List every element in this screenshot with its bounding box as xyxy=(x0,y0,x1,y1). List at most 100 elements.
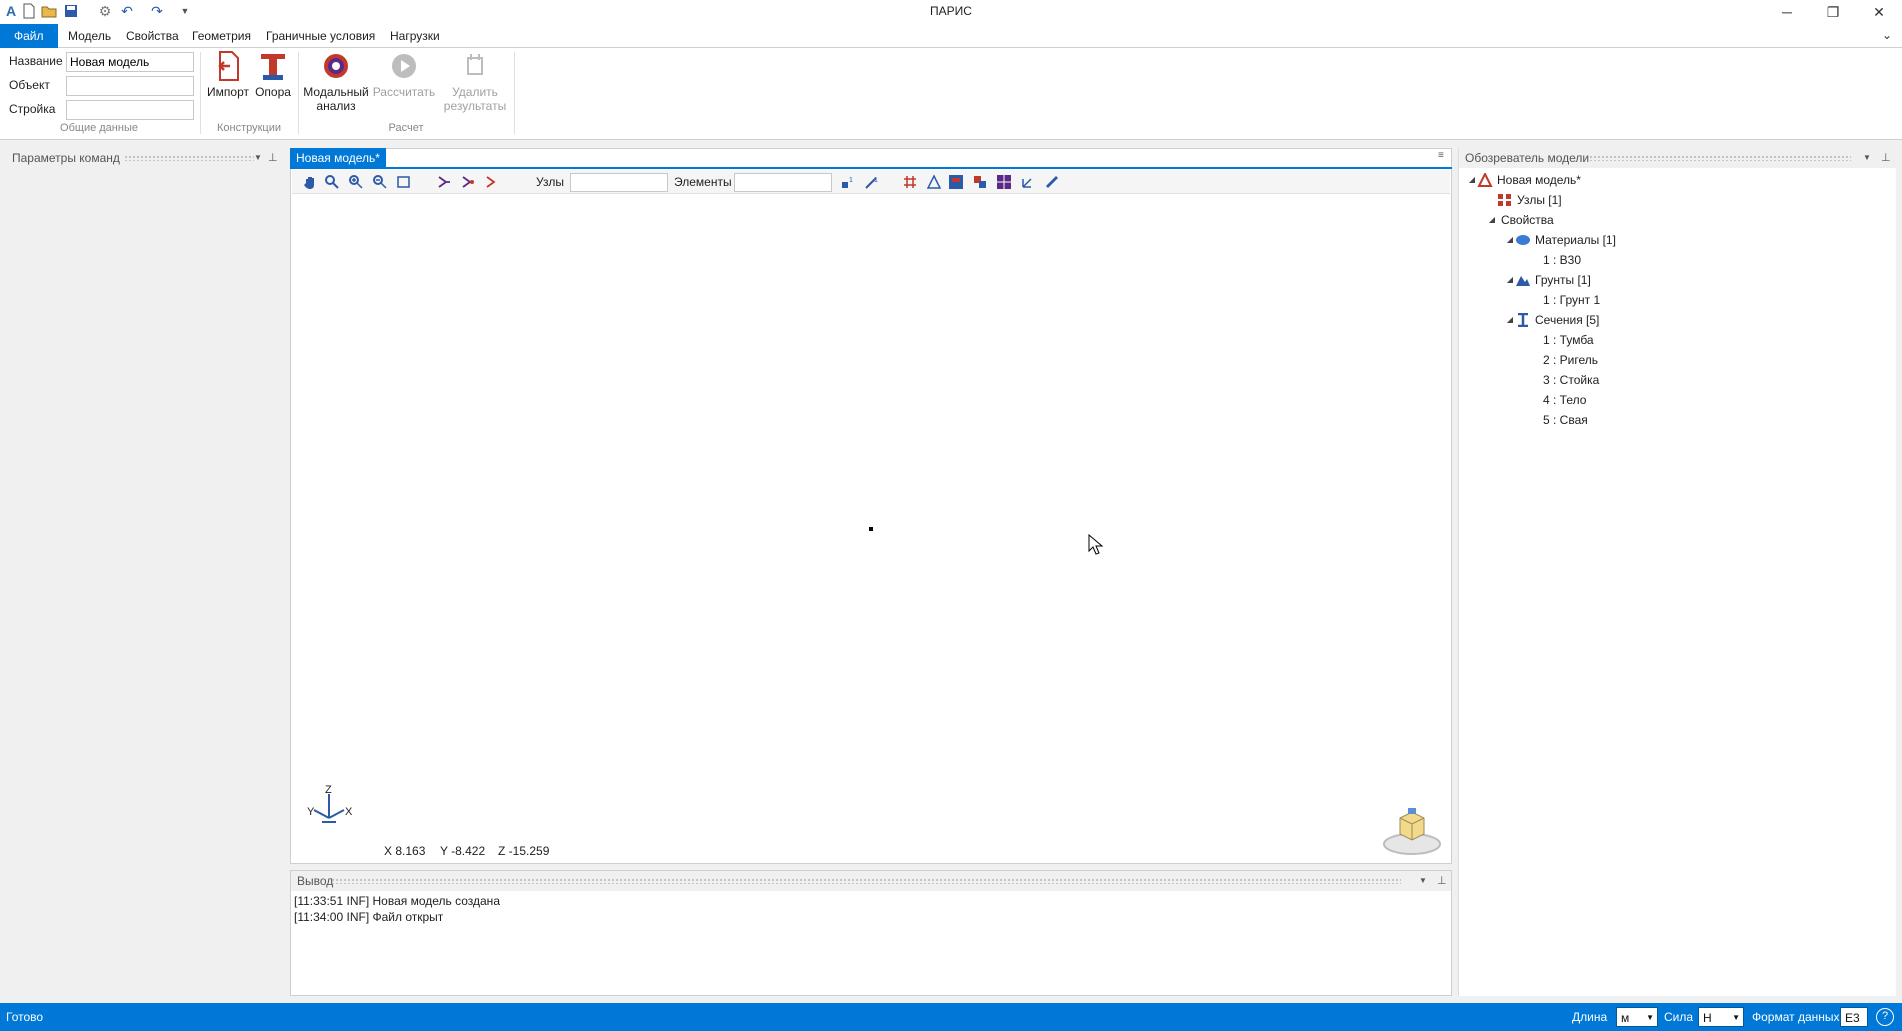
model-explorer-title: Обозреватель модели xyxy=(1465,151,1590,165)
minimize-button[interactable]: ─ xyxy=(1764,0,1810,24)
model-viewport[interactable] xyxy=(290,148,1452,864)
output-title: Вывод xyxy=(297,874,334,888)
model-root-icon xyxy=(1477,173,1493,187)
tree-item-section[interactable]: 1 : Тумба xyxy=(1459,330,1896,350)
tree-label: Грунты [1] xyxy=(1535,273,1591,287)
tree-item-soil[interactable]: 1 : Грунт 1 xyxy=(1459,290,1896,310)
render-mesh-icon[interactable] xyxy=(996,174,1012,190)
view-axis-x-icon[interactable] xyxy=(436,174,452,190)
length-unit-select[interactable]: м ▼ xyxy=(1616,1007,1658,1027)
ribbon-divider xyxy=(514,52,515,134)
ribbon-collapse-chevron-icon[interactable]: ⌄ xyxy=(1882,28,1892,42)
ribbon: Название Объект Стройка Общие данные Имп… xyxy=(0,48,1902,140)
calculate-gear-icon xyxy=(392,54,416,78)
local-axes-icon[interactable] xyxy=(1020,174,1036,190)
collapse-arrow-icon[interactable]: ◢ xyxy=(1467,170,1477,190)
drag-grip[interactable] xyxy=(124,155,254,161)
view-axis-z-icon[interactable] xyxy=(484,174,500,190)
menu-loads[interactable]: Нагрузки xyxy=(382,24,448,48)
command-parameters-title: Параметры команд xyxy=(12,151,120,165)
measure-ruler-icon[interactable] xyxy=(1044,174,1060,190)
zoom-out-icon[interactable] xyxy=(372,174,388,190)
construction-site-input[interactable] xyxy=(66,100,194,120)
pan-hand-icon[interactable] xyxy=(302,174,318,190)
force-unit-label: Сила xyxy=(1664,1010,1694,1024)
status-bar: Готово Длина м ▼ Сила Н ▼ Формат данных … xyxy=(0,1003,1902,1031)
force-unit-value: Н xyxy=(1703,1011,1712,1025)
pin-icon[interactable]: ⊥ xyxy=(1881,148,1891,168)
collapse-arrow-icon[interactable]: ◢ xyxy=(1487,210,1497,230)
close-button[interactable]: ✕ xyxy=(1856,0,1902,24)
menu-geometry[interactable]: Геометрия xyxy=(184,24,259,48)
tab-new-model[interactable]: Новая модель* xyxy=(290,148,386,168)
window-title: ПАРИС xyxy=(930,4,972,18)
zoom-window-icon[interactable] xyxy=(396,174,412,190)
node-numbers-icon[interactable]: 1 xyxy=(840,174,856,190)
command-parameters-header: Параметры команд ▼ ⊥ xyxy=(6,148,281,168)
zoom-in-icon[interactable] xyxy=(348,174,364,190)
menu-file[interactable]: Файл xyxy=(0,24,58,48)
menu-properties[interactable]: Свойства xyxy=(118,24,187,48)
calc-group-label: Расчет xyxy=(388,122,424,134)
panel-menu-chevron-icon[interactable]: ▼ xyxy=(1863,148,1871,168)
tree-item-section[interactable]: 4 : Тело xyxy=(1459,390,1896,410)
menu-model[interactable]: Модель xyxy=(60,24,119,48)
elements-label: Элементы xyxy=(674,175,732,189)
view-cube-icon[interactable] xyxy=(1380,800,1444,858)
tree-label: 1 : Грунт 1 xyxy=(1543,293,1601,307)
tree-item-properties[interactable]: ◢ Свойства xyxy=(1459,210,1896,230)
output-panel: Вывод ▼ ⊥ [11:33:51 INF] Новая модель со… xyxy=(290,870,1452,996)
tree-root-new-model[interactable]: ◢ Новая модель* xyxy=(1459,170,1896,190)
tree-item-section[interactable]: 2 : Ригель xyxy=(1459,350,1896,370)
sections-view-icon[interactable] xyxy=(948,174,964,190)
model-node-point[interactable] xyxy=(869,527,873,531)
render-solid-icon[interactable] xyxy=(972,174,988,190)
import-button[interactable]: Импорт xyxy=(204,50,252,99)
modal-analysis-button[interactable]: Модальный анализ xyxy=(302,50,370,113)
nodes-input[interactable] xyxy=(570,173,668,192)
delete-results-button[interactable]: Удалить результаты xyxy=(440,50,510,113)
document-menu-icon[interactable]: ≡ xyxy=(1438,150,1444,161)
panel-menu-chevron-icon[interactable]: ▼ xyxy=(254,148,262,168)
tree-item-soils[interactable]: ◢ Грунты [1] xyxy=(1459,270,1896,290)
tab-underline xyxy=(290,167,1452,169)
restore-button[interactable]: ❐ xyxy=(1810,0,1856,24)
support-button[interactable]: Опора xyxy=(252,50,294,99)
elements-input[interactable] xyxy=(734,173,832,192)
tree-item-materials[interactable]: ◢ Материалы [1] xyxy=(1459,230,1896,250)
import-icon xyxy=(218,51,239,81)
name-input[interactable] xyxy=(66,52,194,72)
delete-results-icon xyxy=(467,54,483,75)
help-icon[interactable]: ? xyxy=(1876,1008,1894,1026)
drag-grip[interactable] xyxy=(1589,155,1851,161)
force-unit-select[interactable]: Н ▼ xyxy=(1698,1007,1744,1027)
object-input[interactable] xyxy=(66,76,194,96)
tree-item-section[interactable]: 3 : Стойка xyxy=(1459,370,1896,390)
zoom-icon[interactable] xyxy=(324,174,340,190)
tree-item-section[interactable]: 5 : Свая xyxy=(1459,410,1896,430)
tree-label: Сечения [5] xyxy=(1535,313,1600,327)
pin-icon[interactable]: ⊥ xyxy=(1437,871,1447,891)
data-format-select[interactable]: E3 xyxy=(1840,1007,1868,1027)
view-axis-y-icon[interactable] xyxy=(460,174,476,190)
collapse-arrow-icon[interactable]: ◢ xyxy=(1505,310,1515,330)
collapse-arrow-icon[interactable]: ◢ xyxy=(1505,270,1515,290)
menu-boundary-conditions[interactable]: Граничные условия xyxy=(258,24,383,48)
tree-label: Новая модель* xyxy=(1497,173,1581,187)
modal-analysis-label-line1: Модальный xyxy=(303,85,369,99)
collapse-arrow-icon[interactable]: ◢ xyxy=(1505,230,1515,250)
tree-item-sections[interactable]: ◢ Сечения [5] xyxy=(1459,310,1896,330)
pin-icon[interactable]: ⊥ xyxy=(268,148,278,168)
calculate-button[interactable]: Рассчитать xyxy=(372,50,436,99)
dropdown-caret-icon: ▼ xyxy=(1732,1013,1740,1022)
tree-item-nodes[interactable]: Узлы [1] xyxy=(1459,190,1896,210)
title-bar: A ⚙ ↶ ↷ ▼ ПАРИС ─ ❐ ✕ xyxy=(0,0,1902,24)
grid-icon[interactable] xyxy=(902,174,918,190)
supports-icon[interactable] xyxy=(926,174,942,190)
tree-item-material[interactable]: 1 : B30 xyxy=(1459,250,1896,270)
drag-grip[interactable] xyxy=(331,878,1401,884)
element-numbers-icon[interactable]: 1 xyxy=(864,174,880,190)
panel-menu-chevron-icon[interactable]: ▼ xyxy=(1419,871,1427,891)
command-parameters-panel: Параметры команд ▼ ⊥ xyxy=(6,148,281,996)
axis-x-label: X xyxy=(345,806,353,818)
